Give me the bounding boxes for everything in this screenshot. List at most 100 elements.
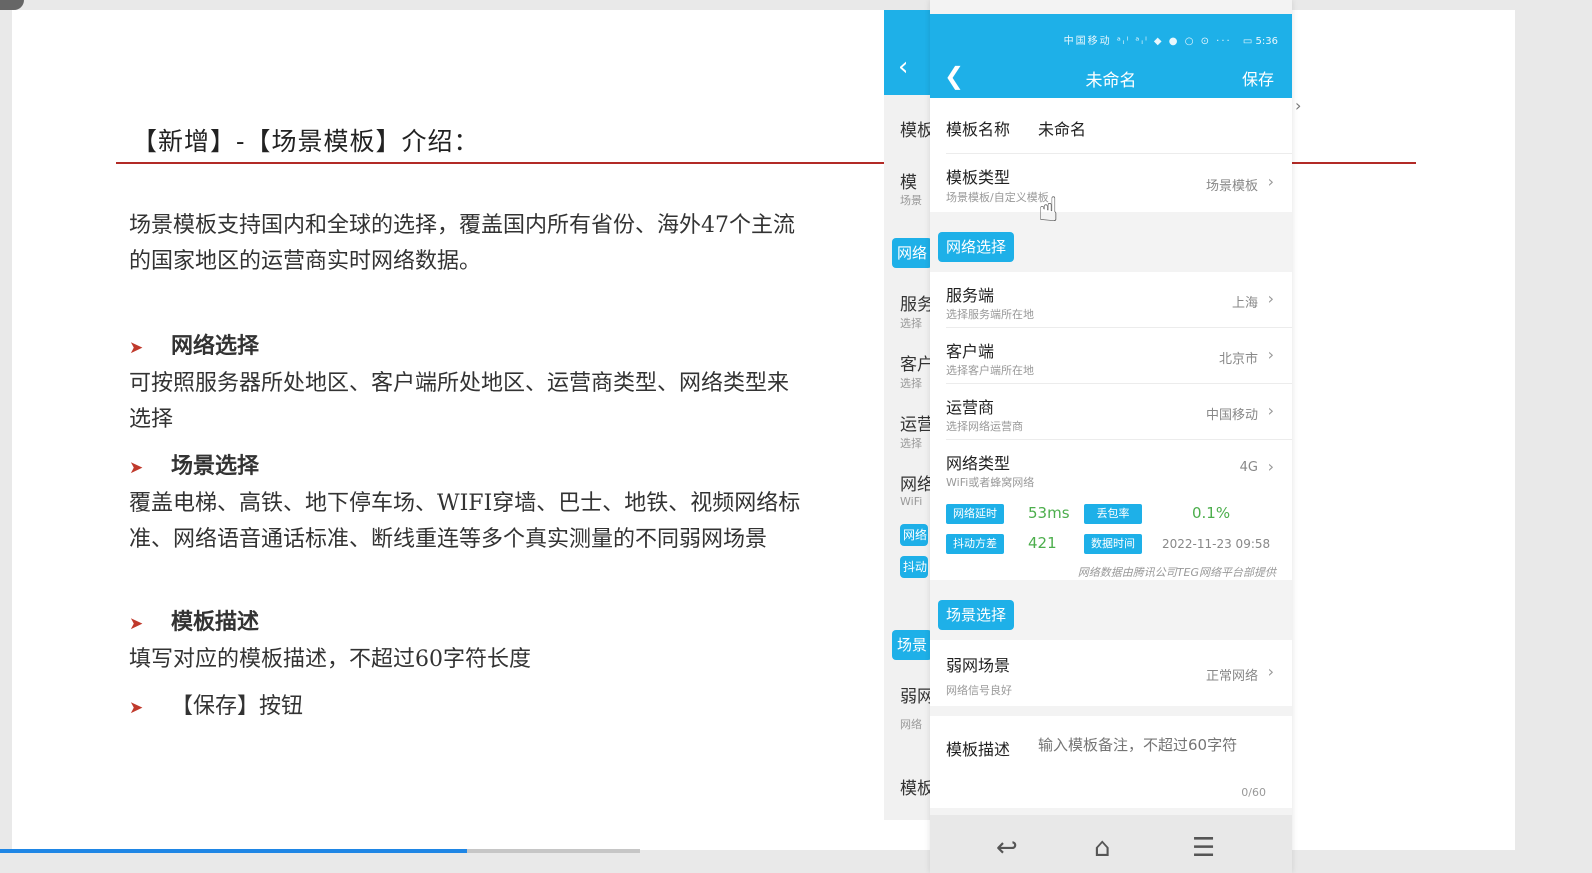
ghost-mini-chip: 网络 [900, 524, 928, 546]
bullet-arrow-icon: ➤ [129, 698, 144, 718]
ghost-sublabel: 选择 [900, 377, 922, 390]
bullet-scene: ➤ 场景选择 [129, 448, 259, 480]
scene-section-chip: 场景选择 [938, 600, 1015, 630]
template-type-label: 模板类型 [946, 168, 1011, 187]
ghost-label: 模板 [900, 121, 934, 141]
status-bar: 中国移动 ᵃᵢˡ ᵃᵢˡ ◆ ● ○ ⊙ ··· ▭ 5:36 [1064, 32, 1278, 47]
server-row[interactable]: 服务端 选择服务端所在地 上海 › [930, 272, 1292, 328]
ghost-sublabel: WiFi [900, 495, 923, 508]
ghost-label: 运营 [900, 415, 934, 435]
weak-network-label: 弱网场景 [946, 656, 1011, 675]
template-description-row: 模板描述 0/60 [930, 716, 1292, 808]
ghost-mini-chip: 抖动 [900, 556, 928, 578]
template-type-row[interactable]: 模板类型 场景模板/自定义模板 场景模板 › [930, 154, 1292, 212]
template-name-row[interactable]: 模板名称 未命名 [930, 98, 1292, 154]
template-name-value[interactable]: 未命名 [1038, 116, 1086, 140]
latency-value: 53ms [1028, 504, 1070, 522]
battery-icon: ▭ [1242, 36, 1253, 47]
menu-icon[interactable]: ☰ [1192, 833, 1215, 863]
client-label: 客户端 [946, 342, 995, 361]
ghost-label: 模板 [900, 779, 934, 799]
client-value: 北京市 [1218, 352, 1258, 367]
bullet-title: 模板描述 [171, 609, 260, 635]
template-type-sub: 场景模板/自定义模板 [946, 191, 1049, 204]
system-nav-bar: ↩ ⌂ ☰ [930, 815, 1292, 873]
ghost-chip: 网络 [892, 238, 932, 268]
network-stats-panel: 网络延时 53ms 丢包率 0.1% 抖动方差 421 数据时间 2022-11… [930, 496, 1292, 580]
bullet-desc: 覆盖电梯、高铁、地下停车场、WIFI穿墙、巴士、地铁、视频网络标准、网络语音通话… [129, 491, 801, 552]
save-button[interactable]: 保存 [1242, 66, 1274, 90]
bullet-desc: 填写对应的模板描述，不超过60字符长度 [129, 647, 531, 672]
slide-intro: 场景模板支持国内和全球的选择，覆盖国内所有省份、海外47个主流的国家地区的运营商… [129, 213, 795, 274]
ghost-chip: 场景 [892, 630, 932, 660]
bullet-title: 网络选择 [171, 333, 260, 359]
template-name-label: 模板名称 [946, 120, 1011, 139]
ghost-sublabel: 场景 [900, 194, 922, 207]
server-sub: 选择服务端所在地 [946, 308, 1034, 321]
jitter-chip: 抖动方差 [946, 534, 1004, 554]
loss-value: 0.1% [1192, 504, 1231, 522]
chevron-right-icon: › [1267, 401, 1274, 420]
bullet-save: ➤ 【保存】按钮 [129, 688, 303, 720]
client-row[interactable]: 客户端 选择客户端所在地 北京市 › [930, 328, 1292, 384]
weak-network-value: 正常网络 [1205, 669, 1258, 684]
ghost-sublabel: 网络 [900, 718, 922, 731]
bullet-arrow-icon: ➤ [129, 614, 144, 634]
bullet-network: ➤ 网络选择 [129, 328, 259, 360]
template-description-input[interactable] [1038, 736, 1268, 754]
chevron-right-icon: › [1267, 172, 1274, 191]
network-type-sub: WiFi或者蜂窝网络 [946, 476, 1035, 489]
chevron-right-icon: › [1267, 289, 1274, 308]
data-time-value: 2022-11-23 09:58 [1162, 537, 1271, 551]
phone-screen: 中国移动 ᵃᵢˡ ᵃᵢˡ ◆ ● ○ ⊙ ··· ▭ 5:36 ❮ 未命名 保存… [930, 0, 1292, 873]
chevron-right-icon[interactable]: › [1295, 96, 1301, 115]
ghost-label: 模 [900, 173, 917, 193]
bullet-arrow-icon: ➤ [129, 338, 144, 358]
weak-network-row[interactable]: 弱网场景 网络信号良好 正常网络 › [930, 640, 1292, 706]
carrier-row[interactable]: 运营商 选择网络运营商 中国移动 › [930, 384, 1292, 440]
page-title: 未命名 [1085, 71, 1137, 91]
status-time: 5:36 [1255, 36, 1278, 47]
loss-chip: 丢包率 [1084, 504, 1142, 524]
ghost-back-icon: ‹ [898, 52, 909, 82]
ghost-sublabel: 选择 [900, 317, 922, 330]
slide-title: 【新增】-【场景模板】介绍： [132, 127, 480, 156]
network-type-label: 网络类型 [946, 454, 1011, 473]
template-description-label: 模板描述 [946, 740, 1011, 759]
jitter-value: 421 [1028, 534, 1057, 552]
chevron-right-icon: › [1267, 457, 1274, 476]
server-label: 服务端 [946, 286, 995, 305]
video-progress-fill [0, 849, 468, 853]
status-icons: 中国移动 ᵃᵢˡ ᵃᵢˡ ◆ ● ○ ⊙ ··· [1063, 36, 1232, 47]
chevron-right-icon: › [1267, 345, 1274, 364]
bullet-arrow-icon: ➤ [129, 458, 144, 478]
ghost-label: 网络 [900, 475, 934, 495]
bullet-description: ➤ 模板描述 [129, 604, 259, 636]
home-icon[interactable]: ⌂ [1094, 833, 1111, 863]
ghost-label: 弱网 [900, 687, 934, 707]
data-credit: 网络数据由腾讯公司TEG网络平台部提供 [1077, 566, 1276, 579]
carrier-label: 运营商 [946, 398, 995, 417]
client-sub: 选择客户端所在地 [946, 364, 1034, 377]
network-type-value: 4G [1239, 460, 1258, 475]
network-section-chip: 网络选择 [938, 232, 1015, 262]
carrier-value: 中国移动 [1205, 408, 1258, 423]
chevron-right-icon: › [1267, 662, 1274, 681]
server-value: 上海 [1231, 296, 1258, 311]
template-type-value: 场景模板 [1205, 179, 1258, 194]
bullet-title: 【保存】按钮 [171, 694, 304, 719]
latency-chip: 网络延时 [946, 504, 1004, 524]
back-nav-icon[interactable]: ↩ [996, 833, 1018, 863]
video-progress-bar[interactable] [0, 849, 640, 853]
bullet-desc: 可按照服务器所处地区、客户端所处地区、运营商类型、网络类型来选择 [129, 371, 790, 432]
weak-network-sub: 网络信号良好 [946, 684, 1012, 697]
data-time-chip: 数据时间 [1084, 534, 1142, 554]
ghost-label: 服务 [900, 295, 934, 315]
app-bar: 中国移动 ᵃᵢˡ ᵃᵢˡ ◆ ● ○ ⊙ ··· ▭ 5:36 ❮ 未命名 保存 [930, 14, 1292, 98]
ghost-label: 客户 [900, 355, 934, 375]
window-corner [0, 0, 24, 10]
network-type-row[interactable]: 网络类型 WiFi或者蜂窝网络 4G › [930, 440, 1292, 496]
ghost-sublabel: 选择 [900, 437, 922, 450]
hand-cursor-icon: ☝ [1038, 190, 1059, 230]
char-counter: 0/60 [1241, 786, 1266, 799]
